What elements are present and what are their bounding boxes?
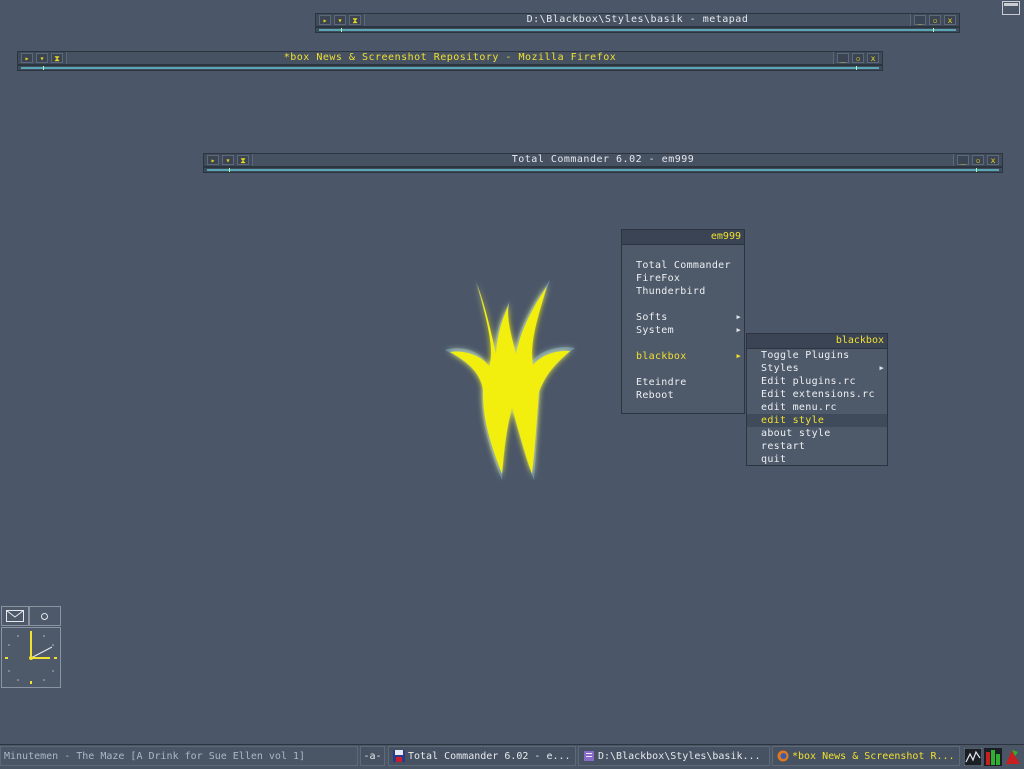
maximize-icon[interactable]: ▫: [852, 53, 864, 63]
shade-icon[interactable]: ▾: [334, 15, 346, 25]
menu-icon[interactable]: ▸: [319, 15, 331, 25]
task-label: Total Commander 6.02 - e...: [408, 751, 571, 762]
window-handle[interactable]: [203, 167, 1003, 173]
submenu-arrow-icon: ▶: [736, 352, 741, 360]
window-handle[interactable]: [17, 65, 883, 71]
workspace-label[interactable]: -a-: [360, 746, 385, 766]
clock-widget: [1, 606, 61, 688]
menu-item-softs[interactable]: Softs ▶: [622, 311, 744, 324]
menu-item-label: System: [636, 325, 674, 336]
window-title: D:\Blackbox\Styles\basik - metapad: [364, 14, 911, 26]
menu-item-edit-menu[interactable]: edit menu.rc: [747, 401, 887, 414]
maximize-icon[interactable]: ▫: [929, 15, 941, 25]
window-handle[interactable]: [315, 27, 960, 33]
circle-icon: [41, 613, 48, 620]
menu-icon[interactable]: ▸: [207, 155, 219, 165]
menu-item-edit-plugins[interactable]: Edit plugins.rc: [747, 375, 887, 388]
cpu-monitor-icon[interactable]: [964, 748, 982, 766]
menu-item-styles[interactable]: Styles ▶: [747, 362, 887, 375]
blackbox-submenu: blackbox Toggle Plugins Styles ▶ Edit pl…: [746, 333, 888, 466]
menu-item-firefox[interactable]: FireFox: [622, 272, 744, 285]
blackbox-logo-icon: [445, 280, 575, 480]
menu-item-system[interactable]: System ▶: [622, 324, 744, 337]
menu-item-blackbox[interactable]: blackbox ▶: [622, 350, 744, 363]
task-metapad[interactable]: D:\Blackbox\Styles\basik...: [578, 746, 770, 766]
maximize-icon[interactable]: ▫: [972, 155, 984, 165]
floppy-icon: [393, 750, 405, 762]
close-icon[interactable]: x: [944, 15, 956, 25]
clock-face-icon: [5, 631, 57, 684]
firefox-icon: [777, 750, 789, 762]
menu-title: blackbox: [747, 334, 887, 349]
task-total-commander[interactable]: Total Commander 6.02 - e...: [388, 746, 576, 766]
sticky-icon[interactable]: ⧗: [349, 15, 361, 25]
menu-icon[interactable]: ▸: [21, 53, 33, 63]
memory-meter-icon[interactable]: [984, 748, 1002, 766]
menu-item-label: Softs: [636, 312, 668, 323]
clock-toggle-button[interactable]: [29, 606, 61, 626]
task-firefox[interactable]: *box News & Screenshot R...: [772, 746, 960, 766]
titlebar[interactable]: ▸ ▾ ⧗ D:\Blackbox\Styles\basik - metapad…: [315, 13, 960, 27]
menu-item-total-commander[interactable]: Total Commander: [622, 259, 744, 272]
workspace-name: -a-: [363, 751, 382, 762]
notepad-icon: [584, 751, 594, 761]
window-title: Total Commander 6.02 - em999: [252, 154, 954, 166]
sticky-icon[interactable]: ⧗: [237, 155, 249, 165]
task-label: D:\Blackbox\Styles\basik...: [598, 751, 761, 762]
minimize-icon[interactable]: _: [914, 15, 926, 25]
close-icon[interactable]: x: [987, 155, 999, 165]
submenu-arrow-icon: ▶: [736, 313, 741, 321]
submenu-arrow-icon: ▶: [736, 326, 741, 334]
close-icon[interactable]: x: [867, 53, 879, 63]
menu-item-eteindre[interactable]: Eteindre: [622, 376, 744, 389]
analog-clock: [1, 627, 61, 688]
window-title: *box News & Screenshot Repository - Mozi…: [66, 52, 834, 64]
menu-item-label: Styles: [761, 363, 799, 374]
mail-button[interactable]: [1, 606, 29, 626]
titlebar[interactable]: ▸ ▾ ⧗ *box News & Screenshot Repository …: [17, 51, 883, 65]
toolbar-toggle-icon[interactable]: [1002, 1, 1020, 15]
menu-item-restart[interactable]: restart: [747, 440, 887, 453]
now-playing-text: Minutemen - The Maze [A Drink for Sue El…: [4, 751, 306, 762]
menu-item-reboot[interactable]: Reboot: [622, 389, 744, 402]
minimize-icon[interactable]: _: [837, 53, 849, 63]
submenu-arrow-icon: ▶: [879, 364, 884, 372]
menu-item-quit[interactable]: quit: [747, 453, 887, 466]
mail-icon: [6, 610, 24, 622]
shade-icon[interactable]: ▾: [222, 155, 234, 165]
menu-item-edit-extensions[interactable]: Edit extensions.rc: [747, 388, 887, 401]
network-icon[interactable]: [1004, 748, 1022, 766]
system-tray: [962, 746, 1024, 767]
shade-icon[interactable]: ▾: [36, 53, 48, 63]
firefox-window[interactable]: ▸ ▾ ⧗ *box News & Screenshot Repository …: [17, 51, 883, 75]
menu-item-toggle-plugins[interactable]: Toggle Plugins: [747, 349, 887, 362]
now-playing-label: Minutemen - The Maze [A Drink for Sue El…: [0, 746, 358, 766]
task-label: *box News & Screenshot R...: [792, 751, 955, 762]
sticky-icon[interactable]: ⧗: [51, 53, 63, 63]
minimize-icon[interactable]: _: [957, 155, 969, 165]
titlebar[interactable]: ▸ ▾ ⧗ Total Commander 6.02 - em999 _ ▫ x: [203, 153, 1003, 167]
taskbar: Minutemen - The Maze [A Drink for Sue El…: [0, 744, 1024, 769]
metapad-window[interactable]: ▸ ▾ ⧗ D:\Blackbox\Styles\basik - metapad…: [315, 13, 960, 37]
menu-title: em999: [622, 230, 744, 245]
menu-item-label: blackbox: [636, 351, 687, 362]
menu-item-about-style[interactable]: about style: [747, 427, 887, 440]
total-commander-window[interactable]: ▸ ▾ ⧗ Total Commander 6.02 - em999 _ ▫ x: [203, 153, 1003, 177]
menu-item-thunderbird[interactable]: Thunderbird: [622, 285, 744, 298]
menu-item-edit-style[interactable]: edit style: [747, 414, 887, 427]
root-menu: em999 Total Commander FireFox Thunderbir…: [621, 229, 745, 414]
